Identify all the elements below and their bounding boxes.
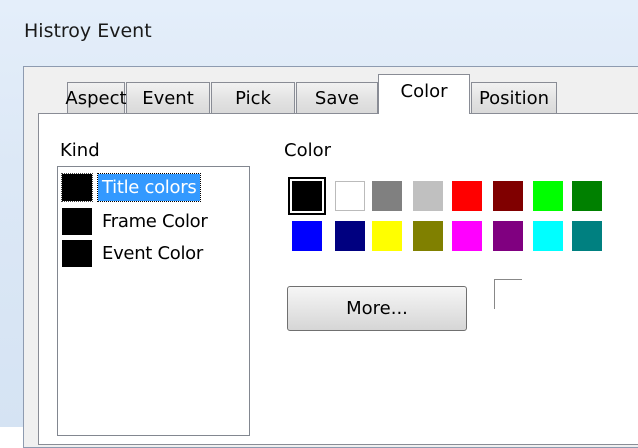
- palette-swatch[interactable]: [413, 221, 443, 251]
- color-swatch: [61, 173, 93, 202]
- list-item[interactable]: Title colors: [61, 173, 250, 202]
- palette-swatch[interactable]: [493, 221, 523, 251]
- color-preview: [494, 279, 522, 309]
- list-item[interactable]: Frame Color: [62, 207, 250, 235]
- palette-swatch[interactable]: [372, 181, 402, 211]
- palette-swatch[interactable]: [572, 181, 602, 211]
- tab-save[interactable]: Save: [296, 82, 378, 114]
- list-item-label: Frame Color: [102, 211, 208, 232]
- color-swatch: [62, 208, 92, 235]
- palette-swatch[interactable]: [413, 181, 443, 211]
- kind-listbox[interactable]: Title colors Frame Color Event Color: [57, 166, 250, 436]
- palette-swatch[interactable]: [533, 181, 563, 211]
- tab-pick[interactable]: Pick: [211, 82, 295, 114]
- tab-color[interactable]: Color: [378, 74, 470, 114]
- list-item-label: Title colors: [96, 173, 202, 202]
- tab-event[interactable]: Event: [126, 82, 210, 114]
- palette-swatch[interactable]: [335, 221, 365, 251]
- window-title: Histroy Event: [24, 20, 152, 42]
- kind-label: Kind: [60, 140, 100, 161]
- palette-swatch[interactable]: [288, 177, 326, 215]
- palette-swatch[interactable]: [452, 181, 482, 211]
- palette-swatch[interactable]: [292, 221, 322, 251]
- palette-swatch[interactable]: [335, 181, 365, 211]
- palette-swatch[interactable]: [372, 221, 402, 251]
- palette-swatch[interactable]: [493, 181, 523, 211]
- palette-swatch[interactable]: [533, 221, 563, 251]
- list-item-label: Event Color: [102, 243, 203, 264]
- tab-aspect[interactable]: Aspect: [65, 82, 127, 114]
- more-colors-button[interactable]: More...: [287, 286, 467, 331]
- color-swatch: [62, 240, 92, 267]
- palette-swatch[interactable]: [572, 221, 602, 251]
- palette-swatch[interactable]: [452, 221, 482, 251]
- color-label: Color: [284, 140, 331, 161]
- tab-position[interactable]: Position: [471, 82, 557, 114]
- list-item[interactable]: Event Color: [62, 239, 250, 267]
